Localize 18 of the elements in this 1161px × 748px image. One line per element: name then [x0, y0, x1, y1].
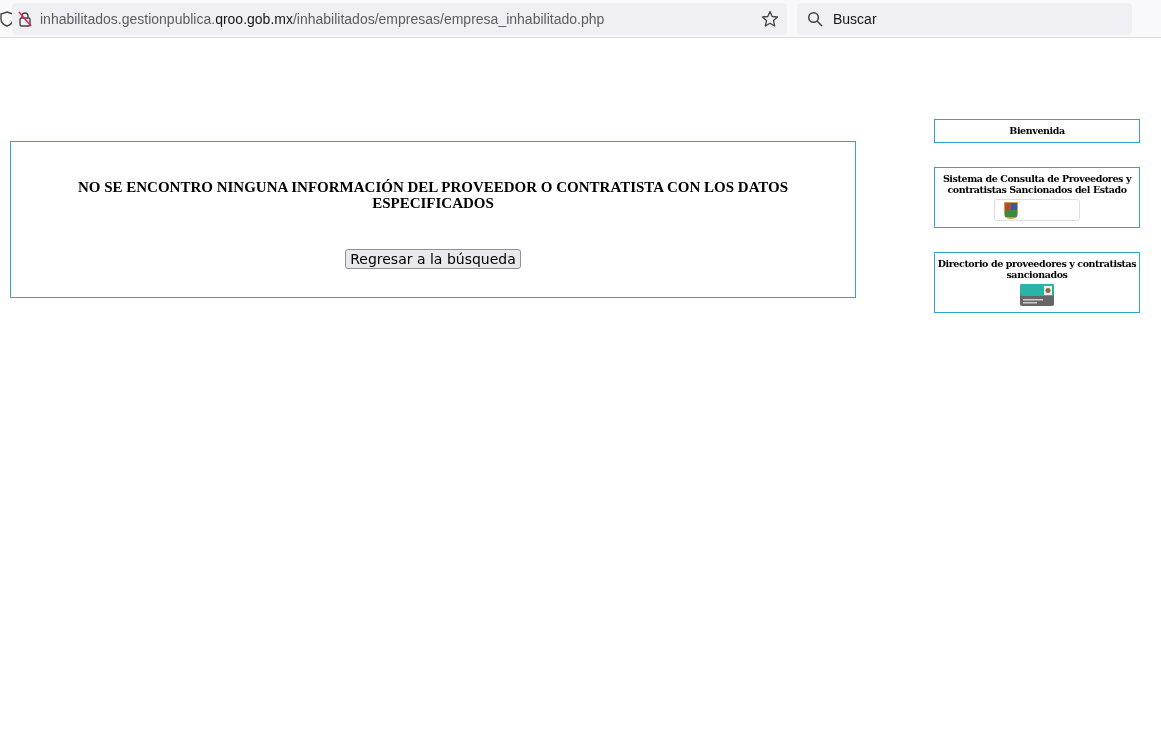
- card-title: Directorio de proveedores y contratistas sancionados: [937, 258, 1137, 280]
- search-icon: [807, 10, 823, 27]
- sidebar-card[interactable]: Bienvenida: [934, 119, 1140, 143]
- coat-of-arms-icon: [1003, 200, 1019, 220]
- card-title: Sistema de Consulta de Proveedores y contratistas Sancionados del Estado: [941, 173, 1133, 195]
- shield-icon[interactable]: [0, 10, 14, 27]
- search-field[interactable]: Buscar: [797, 2, 1132, 35]
- search-input[interactable]: Buscar: [831, 9, 1122, 28]
- agency-logo-icon: [1020, 284, 1054, 306]
- address-bar[interactable]: inhabilitados.gestionpublica.qroo.gob.mx/inhabilitados/empresas/empresa_inhabilitado.php: [12, 2, 787, 35]
- url-text: inhabilitados.gestionpublica.qroo.gob.mx/inhabilitados/empresas/empresa_inhabilitado.php: [40, 10, 606, 27]
- sidebar-card[interactable]: Directorio de proveedores y contratistas sancionados: [934, 252, 1140, 313]
- back-to-search-button[interactable]: Regresar a la búsqueda: [345, 249, 521, 269]
- lock-icon: [18, 10, 32, 27]
- sidebar-card[interactable]: Sistema de Consulta de Proveedores y contratistas Sancionados del Estado: [934, 167, 1140, 228]
- star-icon[interactable]: [761, 9, 779, 28]
- card-title: Bienvenida: [1009, 125, 1065, 136]
- no-results-message: NO SE ENCONTRO NINGUNA INFORMACIÓN DEL PROVEEDOR O CONTRATISTA CON LOS DATOS ESPECIFICADOS: [76, 179, 790, 211]
